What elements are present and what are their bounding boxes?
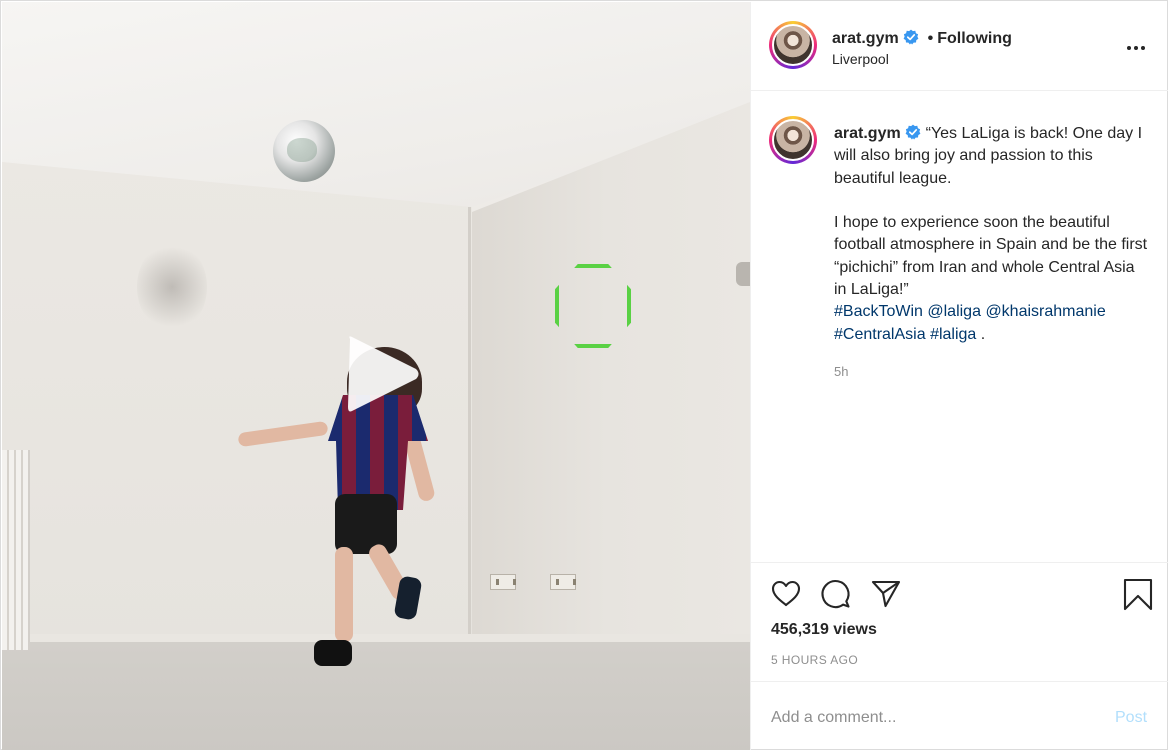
avatar[interactable] (769, 21, 817, 69)
caption-body: “Yes LaLiga is back! One day I will also… (834, 125, 1148, 299)
video-player[interactable] (2, 2, 750, 750)
following-button[interactable]: Following (937, 30, 1012, 47)
radiator (2, 450, 30, 650)
avatar[interactable] (769, 116, 817, 164)
separator-dot: • (927, 30, 934, 47)
wall-socket (490, 574, 516, 590)
comment-icon[interactable] (819, 577, 853, 611)
caption-end: . (976, 325, 986, 343)
post-comment-button[interactable]: Post (1115, 709, 1147, 727)
more-options-icon[interactable] (1121, 32, 1151, 62)
post-timestamp[interactable]: 5 HOURS AGO (771, 653, 858, 667)
bookmark-icon[interactable] (1121, 577, 1155, 611)
caption-username-link[interactable]: arat.gym (834, 125, 901, 142)
add-comment-bar: Post (751, 681, 1168, 750)
username-link[interactable]: arat.gym (832, 30, 899, 47)
agility-hoop (555, 264, 631, 348)
caption-comment: arat.gym “Yes LaLiga is back! One day I … (751, 92, 1168, 562)
player-shoe (314, 640, 352, 666)
view-count[interactable]: 456,319 views (771, 621, 877, 639)
post-dialog: arat.gym • Following Liverpool arat.gym “… (0, 0, 1168, 750)
comment-input[interactable] (771, 702, 1091, 734)
post-sidebar: arat.gym • Following Liverpool arat.gym “… (750, 2, 1168, 750)
caption-text: arat.gym “Yes LaLiga is back! One day I … (834, 123, 1149, 346)
mention-link[interactable]: @laliga (927, 303, 981, 320)
football (273, 120, 335, 182)
heart-icon[interactable] (769, 577, 803, 611)
hashtag-link[interactable]: #CentralAsia (834, 326, 926, 343)
comment-timestamp[interactable]: 5h (834, 364, 848, 379)
scene-floor (2, 642, 750, 750)
post-header: arat.gym • Following Liverpool (751, 2, 1168, 91)
header-user-line: arat.gym • Following (832, 29, 1012, 48)
wall-camera (736, 262, 750, 286)
verified-badge-icon (905, 124, 921, 140)
scene-corner (468, 207, 471, 652)
action-bar: 456,319 views 5 HOURS AGO (751, 562, 1168, 682)
wall-socket (550, 574, 576, 590)
verified-badge-icon (903, 29, 919, 45)
location-link[interactable]: Liverpool (832, 51, 889, 67)
share-icon[interactable] (869, 577, 903, 611)
player-shorts (335, 494, 397, 554)
hashtag-link[interactable]: #BackToWin (834, 303, 923, 320)
hashtag-link[interactable]: #laliga (930, 326, 976, 343)
mention-link[interactable]: @khaisrahmanie (985, 303, 1105, 320)
ball-shadow (137, 242, 207, 332)
player-leg (335, 547, 353, 642)
play-icon[interactable] (342, 333, 422, 415)
